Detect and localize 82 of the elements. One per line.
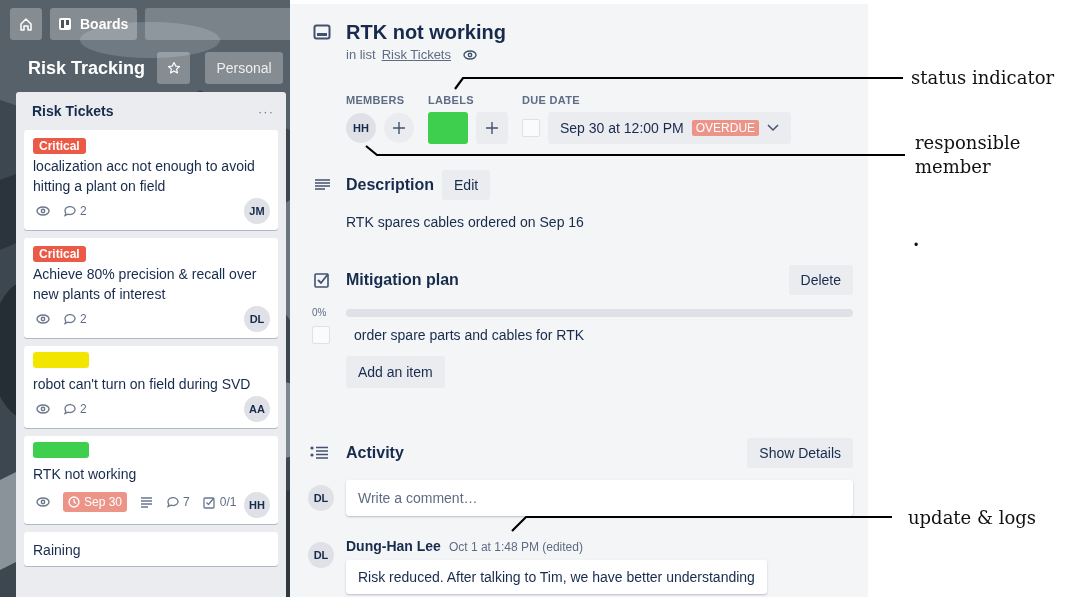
delete-button[interactable]: Delete — [788, 265, 853, 295]
card-title: RTK not working — [33, 465, 138, 484]
card[interactable]: Raining — [24, 532, 278, 566]
checklist-count: 0/1 — [219, 495, 237, 509]
checklist-icon — [202, 495, 216, 509]
description-text: RTK spares cables ordered on Sep 16 — [346, 214, 584, 230]
user-avatar: DL — [308, 542, 334, 568]
section-title: Description — [346, 176, 434, 194]
comment-icon — [63, 403, 76, 415]
comment-count: 2 — [80, 402, 87, 416]
card-title: Achieve 80% precision & recall over new plants of interest — [33, 265, 258, 304]
card[interactable]: RTK not working Sep 30 7 0/1 HH — [24, 436, 278, 524]
card-title: robot can't turn on field during SVD — [33, 375, 252, 394]
card-title: Raining — [33, 541, 82, 560]
plus-icon — [486, 122, 498, 134]
card[interactable]: Critical localization acc not enough to avoid hitting a plant on field 2 JM — [24, 130, 278, 230]
annotation-dot: . — [913, 228, 920, 252]
plus-icon — [393, 122, 405, 134]
star-icon — [166, 61, 181, 75]
card-label: Critical — [33, 246, 86, 262]
show-details-button[interactable]: Show Details — [747, 438, 853, 468]
description-icon — [140, 495, 154, 509]
comment-field[interactable]: Write a comment… — [346, 480, 853, 516]
eye-icon — [36, 404, 50, 414]
comment-count: 7 — [183, 495, 190, 509]
home-icon — [19, 17, 33, 31]
comment-count: 2 — [80, 312, 87, 326]
comment-icon — [166, 496, 180, 508]
annotation-label: status indicator — [911, 66, 1055, 90]
list-menu-button[interactable]: ··· — [258, 103, 274, 119]
progress-percent: 0% — [312, 307, 327, 318]
due-date-button[interactable]: Sep 30 at 12:00 PM OVERDUE — [548, 112, 792, 144]
card[interactable]: Critical Achieve 80% precision & recall over new plants of interest 2 DL — [24, 238, 278, 338]
member-avatar[interactable]: HH — [244, 492, 270, 518]
section-title: Activity — [346, 444, 404, 462]
comment-author: Dung-Han Lee — [346, 538, 441, 554]
eye-icon — [36, 206, 50, 216]
due-checkbox[interactable] — [522, 119, 540, 137]
list-prefix: in list — [346, 47, 376, 62]
overdue-badge: OVERDUE — [691, 120, 760, 136]
annotation-label: update & logs — [908, 506, 1037, 530]
comment-icon — [63, 205, 76, 217]
star-button[interactable] — [157, 52, 191, 84]
comment-count: 2 — [80, 204, 87, 218]
edit-button[interactable]: Edit — [442, 170, 491, 200]
description-icon — [314, 178, 330, 192]
list-link[interactable]: Risk Tickets — [381, 47, 451, 62]
eye-icon — [36, 314, 50, 324]
clock-icon — [68, 496, 80, 508]
board-title[interactable]: Risk Tracking — [28, 57, 146, 79]
member-avatar[interactable]: DL — [244, 306, 270, 332]
chevron-down-icon — [767, 124, 780, 132]
activity-icon — [310, 446, 328, 460]
section-heading: LABELS — [428, 94, 475, 106]
checklist-icon — [314, 272, 330, 288]
member-avatar[interactable]: AA — [244, 396, 270, 422]
card-icon — [313, 24, 331, 40]
member-avatar[interactable]: HH — [346, 113, 376, 143]
list-title: Risk Tickets — [32, 103, 114, 119]
checklist-item: order spare parts and cables for RTK — [353, 327, 585, 343]
comment-time: Oct 1 at 1:48 PM (edited) — [448, 540, 583, 554]
checklist-checkbox[interactable] — [312, 326, 330, 344]
board-icon — [58, 17, 72, 31]
card-title: localization acc not enough to avoid hitting a plant on field — [33, 157, 256, 196]
add-member-button[interactable] — [384, 113, 414, 143]
comment-icon — [63, 313, 76, 325]
add-item-button[interactable]: Add an item — [346, 356, 445, 388]
due-date-badge: Sep 30 — [63, 492, 128, 512]
eye-icon — [36, 497, 50, 507]
user-avatar: DL — [308, 485, 334, 511]
comment-text: Risk reduced. After talking to Tim, we have better understanding — [346, 560, 767, 594]
eye-icon[interactable] — [462, 49, 477, 60]
section-heading: MEMBERS — [346, 94, 406, 106]
section-title: Mitigation plan — [346, 271, 459, 289]
home-button[interactable] — [10, 8, 42, 40]
add-label-button[interactable] — [476, 112, 508, 144]
annotation-label: responsible member — [915, 131, 1022, 179]
card[interactable]: robot can't turn on field during SVD 2 AA — [24, 346, 278, 428]
section-heading: DUE DATE — [522, 94, 581, 106]
member-avatar[interactable]: JM — [244, 198, 270, 224]
card-title[interactable]: RTK not working — [346, 18, 506, 46]
card-label: Critical — [33, 138, 86, 154]
